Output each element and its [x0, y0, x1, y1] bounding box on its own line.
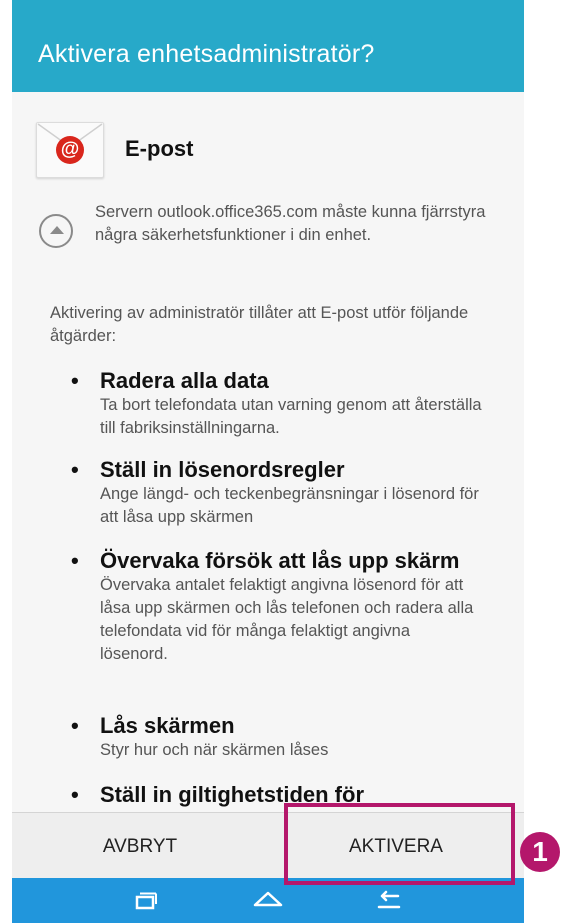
permission-description: Styr hur och när skärmen låses [100, 741, 329, 759]
server-notice: Servern outlook.office365.com måste kunn… [95, 203, 486, 244]
app-name: E-post [125, 136, 194, 161]
permission-title: Lås skärmen [100, 713, 235, 738]
bullet-icon: • [71, 782, 79, 807]
permission-item: • Radera alla data Ta bort telefondata u… [71, 367, 500, 440]
phone-screen: Aktivera enhetsadministratör? @ E-post S… [12, 0, 524, 923]
permission-title: Övervaka försök att lås upp skärm [100, 548, 460, 573]
step-number-badge: 1 [520, 832, 560, 872]
permission-item: • Lås skärmen Styr hur och när skärmen l… [71, 712, 500, 762]
chevron-up-icon [50, 226, 64, 234]
bullet-icon: • [71, 713, 79, 738]
bullet-icon: • [71, 457, 79, 482]
activate-button-highlight [284, 803, 515, 885]
bullet-icon: • [71, 548, 79, 573]
collapse-details-button[interactable] [39, 214, 73, 248]
cancel-button[interactable]: AVBRYT [12, 813, 268, 878]
back-icon[interactable] [370, 886, 410, 916]
home-icon[interactable] [248, 886, 288, 916]
permission-item: • Ställ in lösenordsregler Ange längd- o… [71, 456, 500, 529]
dialog-title: Aktivera enhetsadministratör? [38, 40, 375, 68]
bullet-icon: • [71, 368, 79, 393]
permission-title: Ställ in lösenordsregler [100, 457, 345, 482]
permission-description: Ange längd- och teckenbegränsningar i lö… [100, 485, 479, 526]
permissions-intro: Aktivering av administratör tillåter att… [50, 304, 469, 345]
permission-title: Radera alla data [100, 368, 269, 393]
permission-description: Övervaka antalet felaktigt angivna lösen… [100, 576, 474, 663]
permission-description: Ta bort telefondata utan varning genom a… [100, 396, 482, 437]
dialog-title-bar: Aktivera enhetsadministratör? [12, 0, 524, 92]
permission-item: • Övervaka försök att lås upp skärm Över… [71, 547, 480, 666]
email-app-icon: @ [36, 122, 104, 178]
at-sign-icon: @ [56, 136, 84, 164]
recent-apps-icon[interactable] [125, 886, 165, 916]
device-admin-dialog: Aktivera enhetsadministratör? @ E-post S… [12, 0, 524, 878]
